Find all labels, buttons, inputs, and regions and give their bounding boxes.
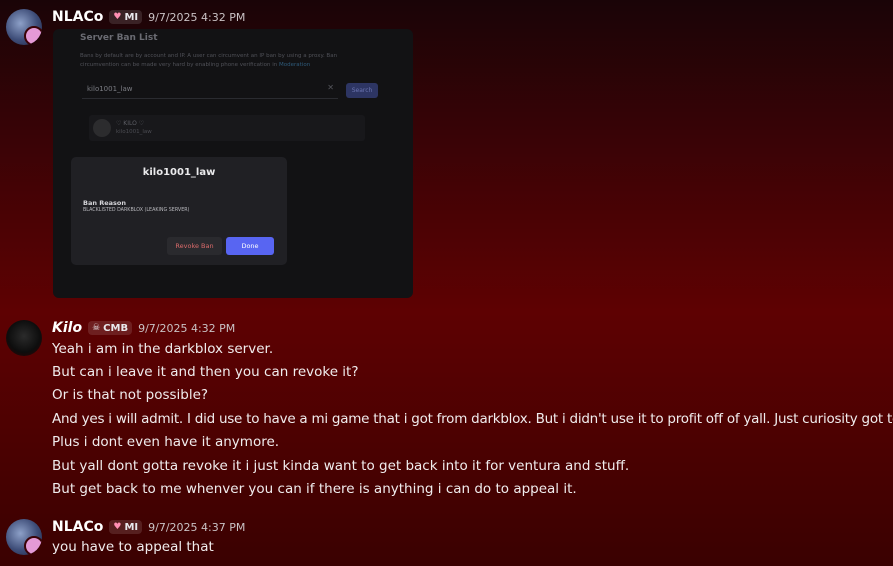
message-line: But can i leave it and then you can revo… bbox=[52, 364, 359, 380]
timestamp: 9/7/2025 4:37 PM bbox=[148, 520, 246, 534]
username[interactable]: NLACo bbox=[52, 519, 103, 535]
heart-icon: ♥ bbox=[113, 522, 122, 532]
message-header: Kilo ☠ CMB 9/7/2025 4:32 PM bbox=[52, 320, 235, 336]
avatar bbox=[93, 119, 111, 137]
message-line: Or is that not possible? bbox=[52, 387, 209, 403]
result-username: kilo1001_law bbox=[116, 129, 152, 135]
message-line: Yeah i am in the darkblox server. bbox=[52, 341, 274, 357]
message-line: And yes i will admit. I did use to have … bbox=[52, 411, 893, 427]
timestamp: 9/7/2025 4:32 PM bbox=[138, 321, 236, 335]
search-button: Search bbox=[346, 83, 378, 98]
result-display-name: ♡ KILO ♡ bbox=[116, 120, 145, 127]
search-value: kilo1001_law bbox=[87, 85, 133, 93]
role-tag-label: CMB bbox=[103, 322, 129, 334]
message-line: But get back to me whenver you can if th… bbox=[52, 481, 577, 497]
ban-list-title: Server Ban List bbox=[80, 33, 158, 43]
ban-result-row: ♡ KILO ♡ kilo1001_law bbox=[89, 115, 365, 141]
avatar[interactable] bbox=[6, 9, 42, 45]
username[interactable]: NLACo bbox=[52, 9, 103, 25]
skull-icon: ☠ bbox=[92, 323, 101, 333]
ban-reason-label: Ban Reason bbox=[83, 199, 126, 207]
avatar-decoration bbox=[24, 26, 42, 45]
username[interactable]: Kilo bbox=[52, 320, 82, 336]
ban-search-input: kilo1001_law ✕ bbox=[82, 82, 338, 99]
ban-reason-text: BLACKLISTED DARKBLOX (LEAKING SERVER) bbox=[83, 208, 190, 213]
avatar-decoration bbox=[24, 536, 42, 555]
attachment-image[interactable]: Server Ban List Bans by default are by a… bbox=[53, 29, 413, 298]
message-line: Plus i dont even have it anymore. bbox=[52, 434, 280, 450]
avatar[interactable] bbox=[6, 519, 42, 555]
revoke-ban-button: Revoke Ban bbox=[167, 237, 222, 255]
role-tag[interactable]: ☠ CMB bbox=[88, 321, 133, 335]
timestamp: 9/7/2025 4:32 PM bbox=[148, 10, 246, 24]
ban-modal: kilo1001_law Ban Reason BLACKLISTED DARK… bbox=[71, 157, 287, 265]
heart-icon: ♥ bbox=[113, 12, 122, 22]
role-tag[interactable]: ♥ MI bbox=[109, 520, 143, 534]
moderation-link: Moderation bbox=[279, 62, 311, 68]
message-line: But yall dont gotta revoke it i just kin… bbox=[52, 458, 630, 474]
avatar[interactable] bbox=[6, 320, 42, 356]
message-header: NLACo ♥ MI 9/7/2025 4:37 PM bbox=[52, 519, 245, 535]
role-tag-label: MI bbox=[124, 521, 139, 533]
ban-list-description: Bans by default are by account and IP. A… bbox=[80, 52, 370, 70]
done-button: Done bbox=[226, 237, 274, 255]
role-tag[interactable]: ♥ MI bbox=[109, 10, 143, 24]
message-line: you have to appeal that bbox=[52, 539, 214, 555]
modal-title: kilo1001_law bbox=[142, 167, 216, 178]
message-header: NLACo ♥ MI 9/7/2025 4:32 PM bbox=[52, 9, 245, 25]
role-tag-label: MI bbox=[124, 11, 139, 23]
close-icon: ✕ bbox=[327, 83, 334, 92]
